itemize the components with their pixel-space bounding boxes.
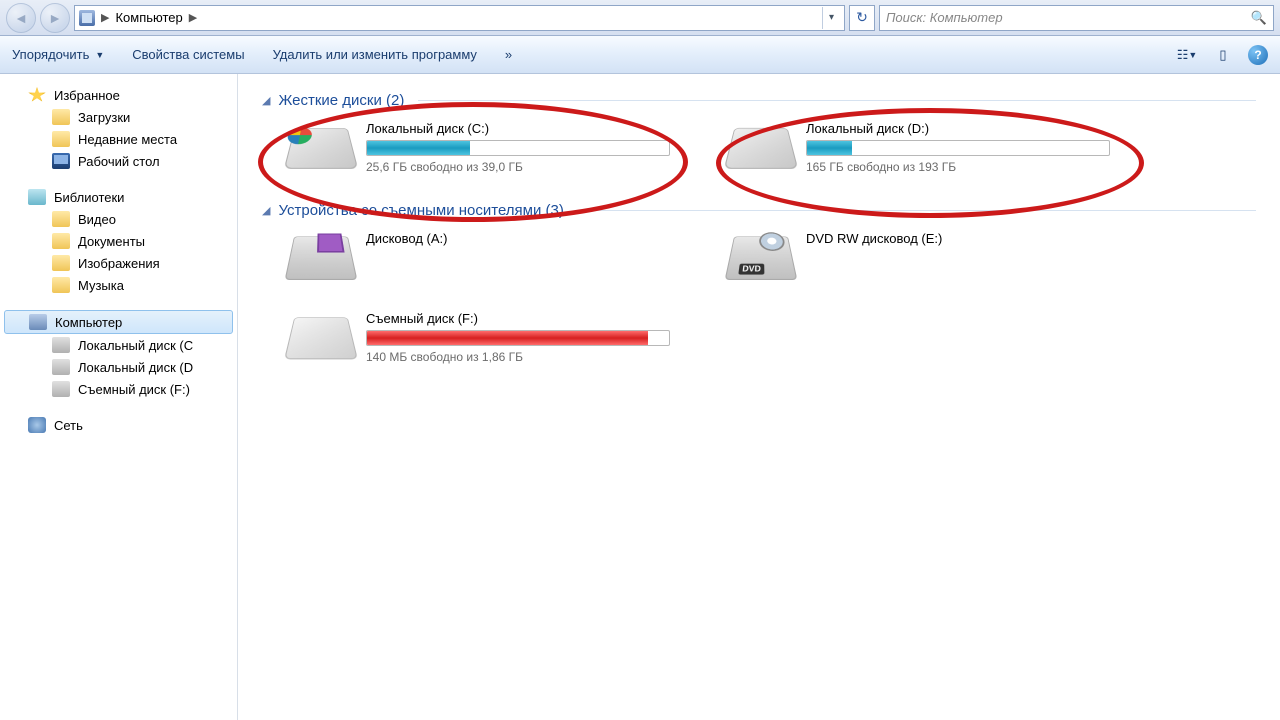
sidebar-libraries[interactable]: Библиотеки: [0, 186, 237, 208]
view-options-button[interactable]: ☷▼: [1176, 45, 1198, 65]
drive-status: 140 МБ свободно из 1,86 ГБ: [366, 350, 670, 364]
drive-status: 165 ГБ свободно из 193 ГБ: [806, 160, 1110, 174]
drive-c[interactable]: Локальный диск (C:) 25,6 ГБ свободно из …: [290, 119, 670, 174]
folder-icon: [52, 109, 70, 125]
drive-label: Локальный диск (D:): [806, 121, 1110, 136]
dvd-badge: DVD: [738, 264, 764, 275]
breadcrumb-segment[interactable]: Компьютер: [115, 10, 182, 25]
sidebar-pictures[interactable]: Изображения: [0, 252, 237, 274]
video-icon: [52, 211, 70, 227]
collapse-triangle-icon: ◢: [262, 204, 270, 217]
drive-label: DVD RW дисковод (E:): [806, 231, 1110, 246]
navigation-sidebar: Избранное Загрузки Недавние места Рабочи…: [0, 74, 238, 720]
computer-icon: [79, 10, 95, 26]
drive-label: Дисковод (A:): [366, 231, 670, 246]
sidebar-recent[interactable]: Недавние места: [0, 128, 237, 150]
recent-icon: [52, 131, 70, 147]
system-properties-button[interactable]: Свойства системы: [132, 47, 244, 62]
sidebar-downloads[interactable]: Загрузки: [0, 106, 237, 128]
floppy-drive-icon: [285, 236, 358, 280]
sidebar-favorites[interactable]: Избранное: [0, 84, 237, 106]
sidebar-network[interactable]: Сеть: [0, 414, 237, 436]
group-header-removable[interactable]: ◢ Устройства со съемными носителями (3): [262, 202, 1256, 219]
address-bar[interactable]: ▶ Компьютер ▶ ▾: [74, 5, 845, 31]
preview-pane-button[interactable]: ▯: [1212, 45, 1234, 65]
sidebar-video[interactable]: Видео: [0, 208, 237, 230]
breadcrumb-chevron-icon: ▶: [101, 11, 109, 24]
help-button[interactable]: ?: [1248, 45, 1268, 65]
address-dropdown-button[interactable]: ▾: [822, 7, 840, 29]
main-content: ◢ Жесткие диски (2) Локальный диск (C:) …: [238, 74, 1280, 720]
desktop-icon: [52, 153, 70, 169]
toolbar: Упорядочить▼ Свойства системы Удалить ил…: [0, 36, 1280, 74]
capacity-bar: [366, 140, 670, 156]
sidebar-documents[interactable]: Документы: [0, 230, 237, 252]
drive-status: 25,6 ГБ свободно из 39,0 ГБ: [366, 160, 670, 174]
drive-label: Съемный диск (F:): [366, 311, 670, 326]
group-header-hdd[interactable]: ◢ Жесткие диски (2): [262, 92, 1256, 109]
capacity-bar: [806, 140, 1110, 156]
sidebar-computer[interactable]: Компьютер: [4, 310, 233, 334]
organize-menu[interactable]: Упорядочить▼: [12, 47, 104, 62]
drive-icon: [52, 381, 70, 397]
nav-forward-button[interactable]: ►: [40, 3, 70, 33]
breadcrumb-chevron-icon: ▶: [189, 11, 197, 24]
sidebar-drive-d[interactable]: Локальный диск (D: [0, 356, 237, 378]
chevron-down-icon: ▼: [95, 50, 104, 60]
toolbar-overflow-button[interactable]: »: [505, 47, 512, 62]
arrow-left-icon: ◄: [14, 10, 28, 26]
sidebar-drive-f[interactable]: Съемный диск (F:): [0, 378, 237, 400]
uninstall-program-button[interactable]: Удалить или изменить программу: [273, 47, 477, 62]
dvd-drive-icon: DVD: [725, 236, 798, 280]
search-icon: 🔍: [1251, 10, 1267, 26]
star-icon: [28, 87, 46, 103]
drive-icon: [52, 337, 70, 353]
chevron-down-icon: ▼: [1188, 50, 1197, 60]
libraries-icon: [28, 189, 46, 205]
drive-d[interactable]: Локальный диск (D:) 165 ГБ свободно из 1…: [730, 119, 1110, 174]
refresh-icon: ↻: [856, 9, 868, 26]
search-input[interactable]: Поиск: Компьютер 🔍: [879, 5, 1274, 31]
drive-f[interactable]: Съемный диск (F:) 140 МБ свободно из 1,8…: [290, 309, 670, 364]
capacity-fill: [367, 141, 470, 155]
hdd-icon: [724, 128, 798, 169]
refresh-button[interactable]: ↻: [849, 5, 875, 31]
pictures-icon: [52, 255, 70, 271]
capacity-bar: [366, 330, 670, 346]
drive-e[interactable]: DVD DVD RW дисковод (E:): [730, 229, 1110, 281]
documents-icon: [52, 233, 70, 249]
capacity-fill: [367, 331, 648, 345]
sidebar-drive-c[interactable]: Локальный диск (C: [0, 334, 237, 356]
address-bar-row: ◄ ► ▶ Компьютер ▶ ▾ ↻ Поиск: Компьютер 🔍: [0, 0, 1280, 36]
nav-back-button[interactable]: ◄: [6, 3, 36, 33]
view-icon: ☷: [1177, 47, 1189, 63]
computer-icon: [29, 314, 47, 330]
sidebar-music[interactable]: Музыка: [0, 274, 237, 296]
arrow-right-icon: ►: [48, 10, 62, 26]
capacity-fill: [807, 141, 852, 155]
collapse-triangle-icon: ◢: [262, 94, 270, 107]
preview-pane-icon: ▯: [1219, 47, 1226, 63]
drive-icon: [52, 359, 70, 375]
drive-label: Локальный диск (C:): [366, 121, 670, 136]
removable-drive-icon: [284, 317, 358, 359]
drive-a[interactable]: Дисковод (A:): [290, 229, 670, 281]
search-placeholder: Поиск: Компьютер: [886, 10, 1003, 25]
music-icon: [52, 277, 70, 293]
sidebar-desktop[interactable]: Рабочий стол: [0, 150, 237, 172]
hdd-windows-icon: [284, 128, 358, 169]
network-icon: [28, 417, 46, 433]
